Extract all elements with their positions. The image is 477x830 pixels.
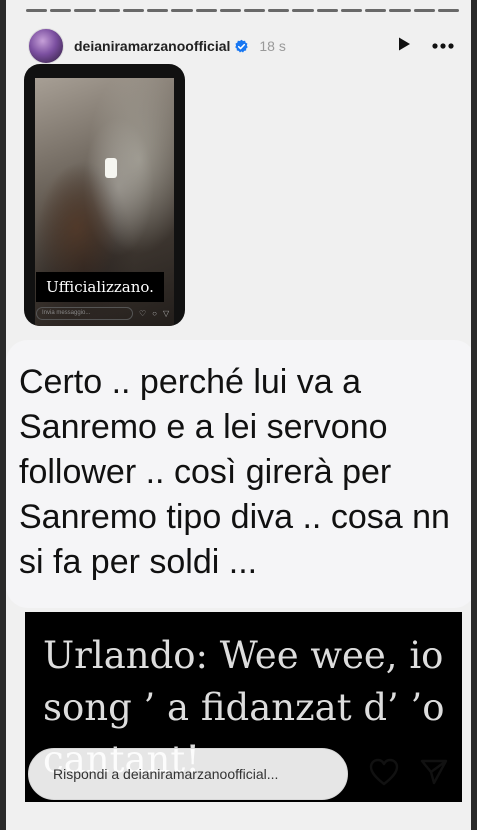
story-caption-box: Ufficializzano. <box>36 272 164 302</box>
progress-segment <box>268 9 290 12</box>
reply-input[interactable]: Rispondi a deianiramarzanoofficial... <box>28 748 348 800</box>
progress-segment <box>147 9 169 12</box>
progress-segment <box>50 9 72 12</box>
heart-icon <box>369 758 399 791</box>
mini-reply-input: Invia messaggio... <box>36 306 133 320</box>
progress-segment <box>316 9 338 12</box>
progress-segment <box>122 9 145 12</box>
mini-comment-icon: ○ <box>152 308 158 318</box>
progress-segment <box>292 9 314 12</box>
story-viewer: deianiramarzanoofficial 18 s Ufficializz… <box>6 0 471 830</box>
play-icon[interactable] <box>395 35 413 58</box>
story-header: deianiramarzanoofficial 18 s <box>28 28 455 64</box>
progress-segment <box>389 9 411 12</box>
progress-segment <box>243 9 266 12</box>
mini-share-icon: ▽ <box>163 308 170 318</box>
mini-reply-bar: Invia messaggio... ♡ ○ ▽ <box>36 306 176 320</box>
progress-segment <box>413 9 435 12</box>
header-actions <box>395 35 455 58</box>
post-time: 18 s <box>259 38 286 54</box>
comment-text: Certo .. perché lui va a Sanremo e a lei… <box>19 363 450 581</box>
shared-story-card[interactable]: Ufficializzano. Invia messaggio... ♡ ○ ▽ <box>24 64 185 326</box>
more-horizontal-icon[interactable] <box>431 37 455 55</box>
progress-segment <box>365 9 387 12</box>
progress-segment <box>437 9 459 12</box>
progress-segment <box>98 9 120 12</box>
progress-segment <box>219 9 241 12</box>
avatar[interactable] <box>28 28 64 64</box>
progress-segment <box>74 9 96 12</box>
progress-segment <box>171 9 193 12</box>
send-icon <box>419 758 449 791</box>
story-caption: Ufficializzano. <box>46 278 154 296</box>
progress-segment <box>340 9 363 12</box>
share-button[interactable] <box>418 758 450 790</box>
mini-reply-icons: ♡ ○ ▽ <box>139 309 169 318</box>
comment-bubble: Certo .. perché lui va a Sanremo e a lei… <box>6 340 471 608</box>
verified-badge-icon <box>234 39 249 54</box>
story-progress-bar <box>26 9 459 12</box>
progress-segment <box>195 9 217 12</box>
phone-icon <box>105 158 117 178</box>
reply-placeholder: Rispondi a deianiramarzanoofficial... <box>53 766 279 782</box>
progress-segment <box>26 9 48 12</box>
like-button[interactable] <box>368 758 400 790</box>
mini-heart-icon: ♡ <box>139 308 147 318</box>
username[interactable]: deianiramarzanoofficial <box>74 38 230 54</box>
